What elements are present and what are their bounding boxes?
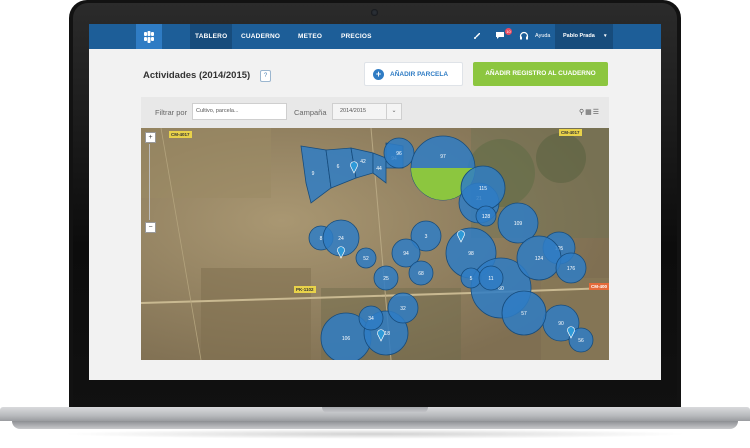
add-parcel-button[interactable]: + AÑADIR PARCELA xyxy=(364,62,463,86)
parcel-label: 124 xyxy=(535,256,544,262)
user-menu[interactable]: Pablo Prada ▾ xyxy=(555,24,613,49)
campaign-label: Campaña xyxy=(294,108,327,117)
parcel-label: 98 xyxy=(468,251,474,257)
parcel-label: 6 xyxy=(337,164,340,170)
filter-label: Filtrar por xyxy=(155,108,188,117)
laptop-notch xyxy=(322,407,428,413)
parcel-label: 94 xyxy=(403,251,409,257)
add-parcel-label: AÑADIR PARCELA xyxy=(390,71,449,78)
chevron-down-icon: ▾ xyxy=(604,33,607,39)
nav-tab-precios[interactable]: PRECIOS xyxy=(336,24,377,49)
grid-icon[interactable]: ▦ xyxy=(585,109,593,116)
campaign-value: 2014/2015 xyxy=(340,108,366,114)
add-record-button[interactable]: AÑADIR REGISTRO AL CUADERNO xyxy=(473,62,608,86)
zoom-slider-track[interactable] xyxy=(149,144,150,220)
parcel-label: 52 xyxy=(363,256,369,262)
filter-input[interactable]: Cultivo, parcela... xyxy=(192,103,287,120)
parcel-label: 106 xyxy=(342,336,351,342)
page-title: Actividades (2014/2015) xyxy=(143,70,251,81)
parcel-label: 57 xyxy=(521,311,527,317)
zoom-in-button[interactable]: + xyxy=(146,133,155,142)
user-name: Pablo Prada xyxy=(563,33,595,39)
campaign-select[interactable]: 2014/2015 ⌄ xyxy=(332,103,402,120)
app-screen: TABLERO CUADERNO METEO PRECIOS 10 Ayuda … xyxy=(89,24,661,380)
top-navbar: TABLERO CUADERNO METEO PRECIOS 10 Ayuda … xyxy=(89,24,661,49)
parcel-label: 9 xyxy=(312,171,315,177)
parcel-label: 5 xyxy=(470,276,473,282)
headset-icon[interactable] xyxy=(519,31,529,43)
parcel-label: 34 xyxy=(368,316,374,322)
parcel-label: 128 xyxy=(482,214,491,220)
filter-bar: Filtrar por Cultivo, parcela... Campaña … xyxy=(141,97,609,129)
nav-tab-tablero[interactable]: TABLERO xyxy=(190,24,233,49)
view-toggle: ⚲▦☰ xyxy=(579,108,600,116)
parcels-map[interactable]: 9642449489697219811512860109105351241117… xyxy=(141,128,609,360)
parcel-label: 11 xyxy=(488,276,493,282)
camera-icon xyxy=(371,9,378,16)
parcel-label: 8 xyxy=(320,236,323,242)
parcel-label: 3 xyxy=(425,234,428,240)
parcel-label: 97 xyxy=(440,154,446,160)
parcel-label: 90 xyxy=(558,321,564,327)
list-icon[interactable]: ☰ xyxy=(593,109,600,116)
parcel-label: 24 xyxy=(338,236,344,242)
parcel-label: 42 xyxy=(360,159,366,165)
parcel-label: 25 xyxy=(383,276,389,282)
zoom-out-button[interactable]: − xyxy=(145,222,156,233)
nav-tab-meteo[interactable]: METEO xyxy=(293,24,327,49)
nav-tab-cuaderno[interactable]: CUADERNO xyxy=(236,24,285,49)
logo-icon[interactable] xyxy=(136,24,162,49)
parcel-label: 109 xyxy=(514,221,523,227)
chevron-down-icon: ⌄ xyxy=(386,104,401,119)
zoom-control: + xyxy=(145,132,156,143)
parcel-label: 56 xyxy=(578,338,584,344)
help-link[interactable]: Ayuda xyxy=(535,24,551,49)
parcel-label: 96 xyxy=(396,151,402,157)
road-label: CM-4017 xyxy=(559,129,582,136)
laptop-base-edge xyxy=(12,421,738,429)
parcel-label: 68 xyxy=(418,271,424,277)
parcel-label: 115 xyxy=(479,186,487,192)
road-label: CM-400 xyxy=(589,283,609,290)
parcel-label: 32 xyxy=(400,306,406,312)
help-button[interactable]: ? xyxy=(260,70,271,82)
notification-badge: 10 xyxy=(505,28,512,35)
road-label: PK-1102 xyxy=(294,286,316,293)
satellite-map[interactable]: 9642449489697219811512860109105351241117… xyxy=(141,128,609,360)
road-label: CM-4017 xyxy=(169,131,192,138)
laptop-shadow xyxy=(60,429,690,439)
parcel-label: 44 xyxy=(376,166,382,172)
rocket-icon[interactable] xyxy=(472,31,482,43)
plus-icon: + xyxy=(373,69,384,80)
parcel-label: 176 xyxy=(567,266,576,272)
